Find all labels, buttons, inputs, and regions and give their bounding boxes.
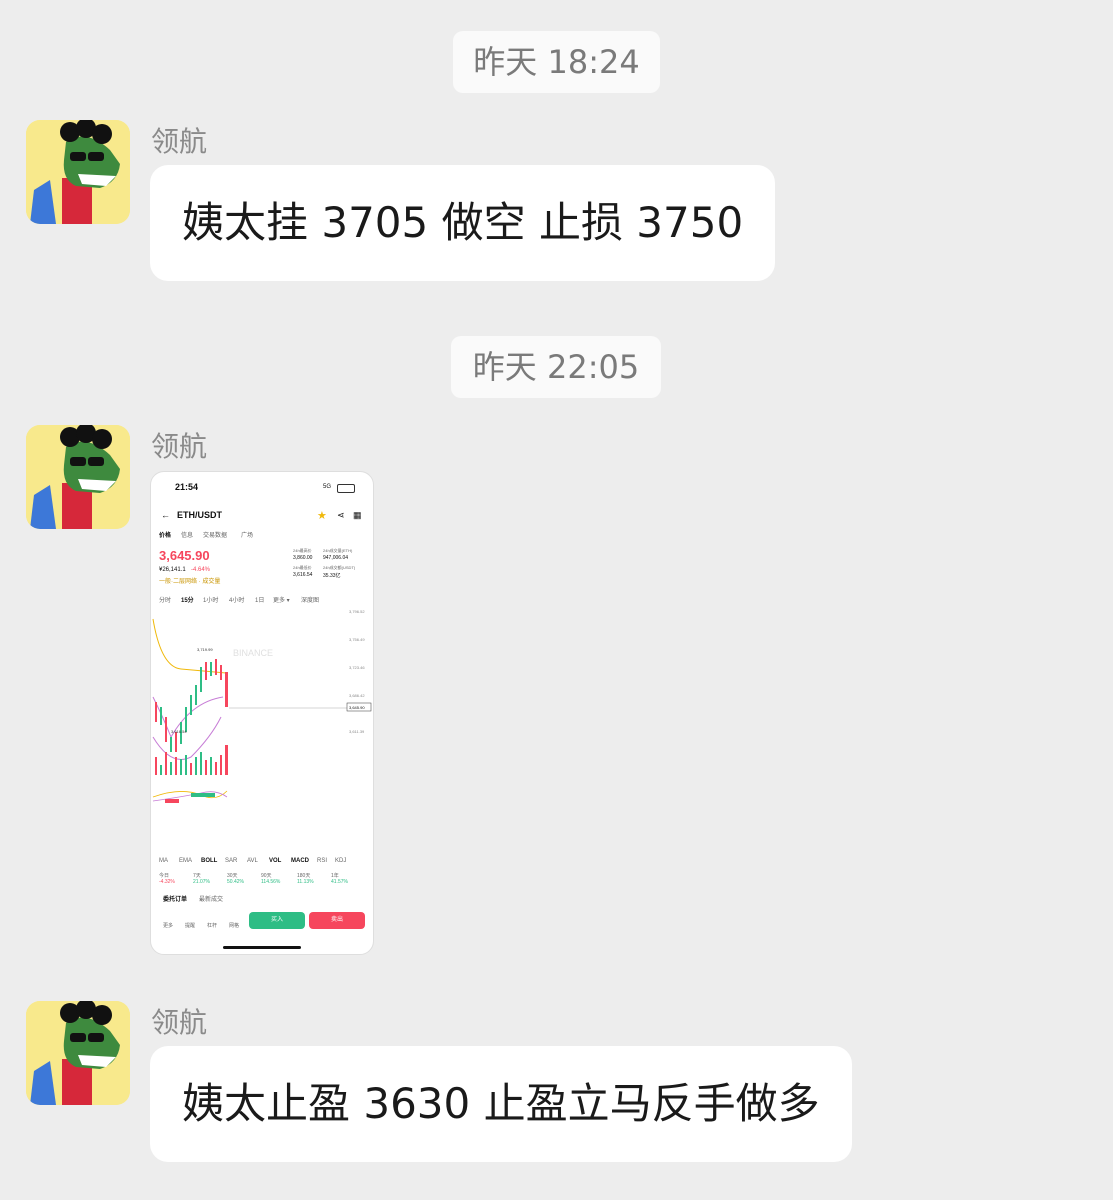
bottom-icon-label[interactable]: 更多 (163, 922, 173, 929)
indicator-tab[interactable]: VOL (269, 858, 281, 864)
buy-button[interactable]: 买入 (249, 912, 305, 929)
stat-value: 947,006.04 (323, 555, 349, 561)
message-bubble[interactable]: 姨太挂 3705 做空 止损 3750 (150, 165, 776, 281)
interval-tab[interactable]: 4小时 (229, 595, 244, 604)
tab-square[interactable]: 广场 (241, 530, 253, 539)
perf-value: -4.32% (159, 879, 175, 885)
sender-name: 领航 (151, 1006, 208, 1039)
stat-label: 24h最高价 (293, 548, 312, 553)
back-arrow-icon[interactable]: ← (161, 510, 170, 520)
dinosaur-avatar-icon (26, 120, 130, 224)
stat-label: 24h成交量(ETH) (323, 548, 353, 553)
bottom-icon-label[interactable]: 杠杆 (207, 922, 217, 929)
perf-value: 11.13% (297, 879, 314, 885)
dinosaur-avatar-icon (26, 1001, 130, 1105)
tab-info[interactable]: 信息 (181, 530, 193, 539)
pair-title[interactable]: ETH/USDT (177, 510, 222, 520)
tab-trade-data[interactable]: 交易数据 (203, 530, 227, 539)
share-icon[interactable]: ⋖ (337, 510, 345, 521)
indicator-tab[interactable]: EMA (179, 858, 192, 864)
message-text: 姨太挂 3705 做空 止损 3750 (182, 198, 744, 247)
sender-avatar[interactable] (26, 1001, 130, 1105)
perf-label: 1年 (331, 873, 339, 879)
message-text: 姨太止盈 3630 止盈立马反手做多 (182, 1079, 820, 1128)
sender-avatar[interactable] (26, 425, 130, 529)
price-change: -4.64% (191, 567, 211, 573)
sender-name: 领航 (151, 125, 208, 158)
perf-label: 30天 (227, 873, 238, 879)
y-tick: 3,723.46 (349, 665, 365, 670)
stat-value: 3,860.00 (293, 555, 313, 561)
interval-tab[interactable]: 15分 (181, 595, 194, 604)
bottom-icon-label[interactable]: 提醒 (185, 922, 195, 929)
network-label: 5G (323, 484, 332, 490)
status-time: 21:54 (175, 482, 199, 492)
image-message[interactable]: 21:54 5G ← ETH/USDT ★ ⋖ ▦ 价格 信息 交易数据 广场 … (150, 471, 374, 955)
indicator-tab[interactable]: KDJ (335, 858, 346, 864)
tab-price[interactable]: 价格 (159, 530, 171, 539)
order-tab[interactable]: 委托订单 (163, 894, 187, 903)
stat-label: 24h成交额(USDT) (323, 565, 356, 570)
indicator-tab[interactable]: MACD (291, 858, 309, 864)
indicator-tab[interactable]: AVL (247, 858, 258, 864)
y-tick: 3,796.52 (349, 609, 365, 614)
y-tick: 3,686.42 (349, 693, 365, 698)
price-cny: ¥26,141.1 (159, 567, 186, 573)
perf-label: 180天 (297, 873, 311, 879)
sender-avatar[interactable] (26, 120, 130, 224)
sell-button[interactable]: 卖出 (309, 912, 365, 929)
timestamp-text: 昨天 22:05 (472, 348, 640, 386)
perf-value: 21.07% (193, 879, 210, 885)
perf-value: 50.42% (227, 879, 244, 885)
order-tab[interactable]: 最新成交 (199, 894, 223, 903)
perf-value: 114.56% (261, 879, 281, 885)
watermark: BINANCE (233, 648, 273, 658)
interval-tab[interactable]: 1日 (255, 595, 264, 604)
last-price: 3,645.90 (159, 548, 210, 563)
timestamp-chip: 昨天 18:24 (453, 31, 660, 93)
candles (155, 659, 228, 752)
indicator-tab[interactable]: SAR (225, 858, 237, 864)
indicator-tab[interactable]: MA (159, 858, 168, 864)
interval-tab[interactable]: 1小时 (203, 595, 218, 604)
perf-label: 7天 (193, 873, 201, 879)
perf-label: 今日 (159, 873, 170, 879)
indicator-tab[interactable]: RSI (317, 858, 327, 864)
price-chart[interactable]: BINANCE 3,719.99 3,616.54 3,796.52 3,756… (151, 607, 373, 847)
low-label: 3,616.54 (171, 729, 187, 734)
timestamp-chip: 昨天 22:05 (451, 336, 661, 398)
star-icon[interactable]: ★ (317, 509, 327, 522)
volume-bars (155, 745, 228, 775)
perf-value: 41.57% (331, 879, 348, 885)
stat-value: 35.33亿 (323, 573, 341, 579)
grid-icon[interactable]: ▦ (353, 510, 362, 521)
message-bubble[interactable]: 姨太止盈 3630 止盈立马反手做多 (150, 1046, 852, 1162)
pair-tags: 一般·二层网络 · 成交量 (159, 579, 221, 585)
dinosaur-avatar-icon (26, 425, 130, 529)
bottom-icon-label[interactable]: 网格 (229, 922, 239, 929)
current-price-tag: 3,645.90 (349, 705, 365, 710)
timestamp-text: 昨天 18:24 (473, 43, 640, 81)
interval-tab[interactable]: 分时 (159, 595, 171, 604)
stat-value: 3,616.54 (293, 572, 313, 578)
home-indicator (223, 946, 301, 949)
interval-tab[interactable]: 更多 ▾ (273, 595, 290, 604)
sender-name: 领航 (151, 430, 208, 463)
high-label: 3,719.99 (197, 647, 213, 652)
perf-label: 90天 (261, 873, 272, 879)
y-tick: 3,611.39 (349, 729, 365, 734)
interval-tab[interactable]: 深度图 (301, 595, 319, 604)
battery-icon (337, 484, 355, 493)
indicator-tab[interactable]: BOLL (201, 858, 217, 864)
stat-label: 24h最低价 (293, 565, 312, 570)
y-tick: 3,756.49 (349, 637, 365, 642)
